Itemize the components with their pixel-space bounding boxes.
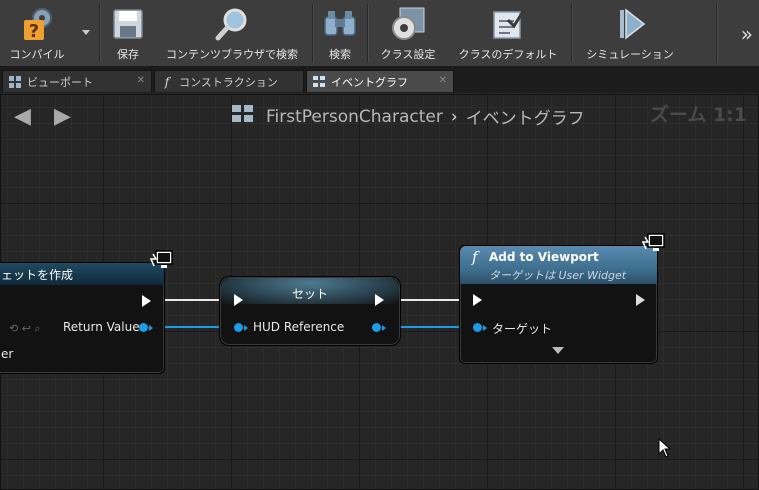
graph-icon	[313, 75, 325, 88]
pin-arrow	[149, 325, 153, 331]
close-icon[interactable]: ✕	[137, 75, 145, 86]
viewport-icon	[9, 75, 21, 88]
node-title: ェットを作成	[1, 268, 74, 282]
tab-construction-label: コンストラクション	[179, 75, 278, 89]
toolbar-separator	[99, 4, 101, 62]
tab-viewport[interactable]: ビューポート ✕	[2, 70, 152, 92]
expand-node-arrow-icon[interactable]	[552, 347, 564, 354]
search-label: 検索	[329, 48, 351, 61]
function-icon: f	[164, 74, 170, 89]
graph-icon	[232, 105, 254, 128]
tab-viewport-label: ビューポート	[27, 75, 93, 89]
class-defaults-button[interactable]: クラスのデフォルト	[450, 0, 566, 66]
exec-in-pin[interactable]	[234, 294, 243, 306]
client-only-icon	[149, 250, 173, 270]
pin-icons: ⟲ ↩ ⌕	[9, 322, 41, 335]
client-only-icon	[641, 233, 665, 253]
hud-reference-in-pin[interactable]	[234, 323, 243, 332]
simulation-button[interactable]: シミュレーション	[578, 0, 682, 66]
tab-event-graph-label: イベントグラフ	[331, 75, 408, 89]
tab-construction-script[interactable]: f コンストラクション	[154, 70, 304, 92]
function-icon: f	[472, 248, 478, 266]
hud-reference-label: HUD Reference	[253, 320, 345, 334]
toolbar-overflow-button[interactable]: »	[741, 22, 753, 46]
blueprint-toolbar: ? コンパイル 保存 コンテンツブラウザで検索 検索 クラス設定 クラスのデフォ…	[0, 0, 759, 67]
target-pin-label: ターゲット	[492, 322, 553, 336]
save-icon	[108, 6, 148, 42]
node-title: セット	[291, 287, 328, 301]
search-button[interactable]: 検索	[318, 0, 362, 66]
node-subtitle: ターゲットは User Widget	[489, 269, 627, 282]
return-value-pin[interactable]	[139, 323, 148, 332]
content-browser-label: コンテンツブラウザで検索	[166, 48, 298, 61]
back-arrow-icon[interactable]: ◀	[14, 104, 31, 129]
node-title: Add to Viewport	[489, 250, 599, 264]
class-settings-button[interactable]: クラス設定	[372, 0, 444, 66]
breadcrumb-separator: ›	[450, 106, 458, 127]
exec-out-pin[interactable]	[142, 295, 151, 307]
pin-arrow	[483, 325, 487, 331]
mouse-cursor-icon	[658, 437, 672, 462]
exec-out-pin[interactable]	[636, 294, 645, 306]
compile-button[interactable]: ? コンパイル	[2, 0, 72, 66]
add-to-viewport-node[interactable]: f Add to Viewport ターゲットは User Widget ターゲ…	[459, 245, 658, 364]
breadcrumb-graph: イベントグラフ	[465, 109, 585, 129]
set-variable-node[interactable]: セット HUD Reference	[219, 276, 401, 346]
forward-arrow-icon[interactable]: ▶	[54, 104, 71, 129]
breadcrumb: FirstPersonCharacter › イベントグラフ	[232, 104, 585, 129]
class-settings-icon	[388, 6, 428, 42]
target-pin[interactable]	[473, 323, 482, 332]
svg-text:?: ?	[29, 21, 39, 42]
toolbar-separator	[367, 4, 369, 62]
pin-arrow	[382, 325, 386, 331]
toolbar-separator	[571, 4, 573, 62]
magnifier-icon	[212, 6, 252, 42]
exec-in-pin[interactable]	[473, 294, 482, 306]
toolbar-separator	[716, 4, 718, 62]
breadcrumb-class[interactable]: FirstPersonCharacter	[266, 107, 443, 127]
zoom-level: ズーム 1:1	[649, 104, 747, 126]
class-defaults-label: クラスのデフォルト	[458, 48, 558, 61]
class-defaults-icon	[488, 6, 528, 42]
binoculars-icon	[320, 6, 360, 42]
compile-label: コンパイル	[9, 48, 65, 61]
owning-player-pin-label: er	[1, 347, 14, 361]
pin-arrow	[244, 325, 248, 331]
close-icon[interactable]: ✕	[439, 75, 447, 86]
save-button[interactable]: 保存	[106, 0, 150, 66]
toolbar-separator	[312, 4, 314, 62]
exec-out-pin[interactable]	[375, 294, 384, 306]
tab-event-graph[interactable]: イベントグラフ ✕	[306, 70, 454, 92]
save-label: 保存	[117, 48, 139, 61]
compile-options-dropdown[interactable]	[82, 30, 90, 35]
content-browser-button[interactable]: コンテンツブラウザで検索	[156, 0, 308, 66]
editor-tab-bar: ビューポート ✕ f コンストラクション イベントグラフ ✕	[0, 67, 759, 93]
create-widget-node[interactable]: ェットを作成 ⟲ ↩ ⌕ Return Value er	[0, 262, 165, 374]
class-settings-label: クラス設定	[380, 48, 436, 61]
simulation-label: シミュレーション	[586, 48, 674, 61]
hud-reference-out-pin[interactable]	[372, 323, 381, 332]
compile-icon: ?	[17, 6, 57, 42]
exec-wire	[390, 299, 470, 301]
simulation-icon	[610, 6, 650, 42]
return-value-pin-label: Return Value	[63, 320, 140, 334]
